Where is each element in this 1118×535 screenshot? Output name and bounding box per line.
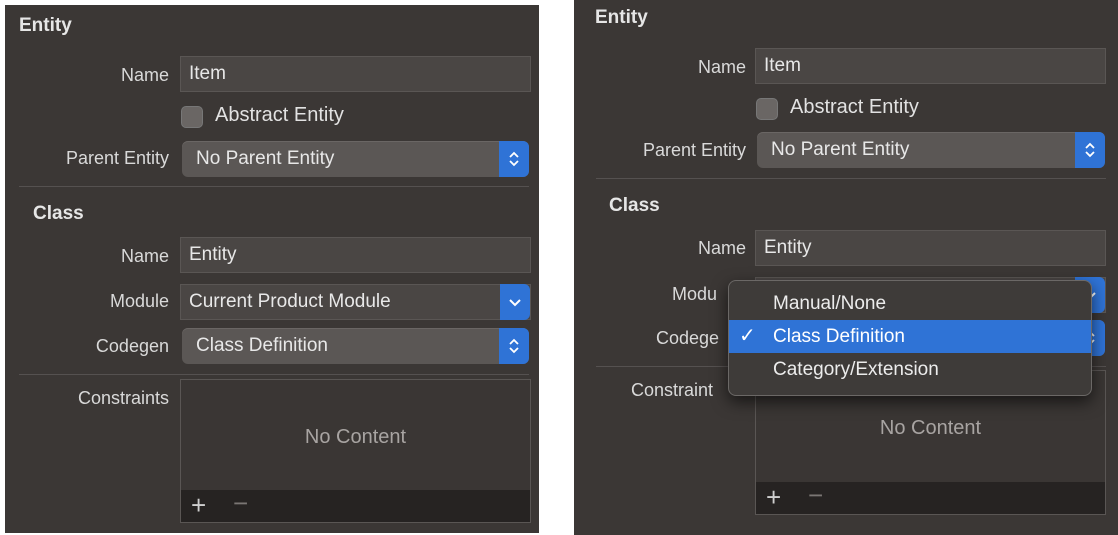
minus-icon[interactable]: − (808, 480, 823, 510)
constraints-toolbar: + − (756, 480, 1105, 514)
abstract-entity-checkbox[interactable] (181, 106, 203, 128)
class-section-title: Class (609, 195, 660, 216)
entity-section-title: Entity (19, 15, 72, 36)
module-value: Current Product Module (189, 291, 391, 312)
section-divider (19, 186, 529, 187)
codegen-popup[interactable]: Class Definition (182, 328, 529, 364)
parent-entity-value: No Parent Entity (771, 139, 910, 160)
no-content-text: No Content (304, 426, 407, 448)
plus-icon[interactable]: + (191, 490, 206, 520)
class-name-label: Name (120, 246, 169, 266)
chevron-down-icon[interactable] (500, 284, 530, 320)
module-label: Modu (672, 284, 718, 304)
module-label: Module (109, 291, 169, 311)
class-name-field[interactable]: Entity (755, 230, 1106, 266)
checkmark-icon: ✓ (739, 325, 756, 347)
entity-name-label: Name (697, 57, 746, 77)
constraints-label: Constraint (631, 380, 714, 400)
minus-icon[interactable]: − (233, 488, 248, 518)
parent-entity-popup[interactable]: No Parent Entity (757, 132, 1105, 168)
up-down-chevron-icon (499, 141, 529, 177)
parent-entity-value: No Parent Entity (196, 148, 335, 169)
section-divider (19, 374, 529, 375)
entity-name-field[interactable]: Item (755, 48, 1106, 84)
class-name-field[interactable]: Entity (180, 237, 531, 273)
parent-entity-label: Parent Entity (642, 140, 746, 160)
no-content-text: No Content (879, 417, 982, 439)
constraints-list[interactable]: No Content + − (180, 379, 531, 523)
menu-item-manual-none[interactable]: Manual/None (729, 287, 1091, 320)
menu-item-label: Category/Extension (773, 359, 939, 380)
menu-item-category-extension[interactable]: Category/Extension (729, 353, 1091, 386)
plus-icon[interactable]: + (766, 482, 781, 512)
codegen-label: Codegen (95, 336, 169, 356)
inspector-panel-right: Entity Name Item Abstract Entity Parent … (574, 0, 1118, 535)
abstract-entity-label: Abstract Entity (215, 104, 344, 126)
entity-name-label: Name (120, 65, 169, 85)
codegen-label: Codege (656, 328, 720, 348)
up-down-chevron-icon (1075, 132, 1105, 168)
codegen-dropdown-menu: Manual/None ✓ Class Definition Category/… (728, 280, 1092, 396)
codegen-value: Class Definition (196, 335, 328, 356)
menu-item-label: Class Definition (773, 326, 905, 347)
menu-item-label: Manual/None (773, 293, 887, 314)
section-divider (596, 178, 1106, 179)
abstract-entity-checkbox[interactable] (756, 98, 778, 120)
class-name-label: Name (697, 238, 746, 258)
constraints-toolbar: + − (181, 488, 530, 522)
abstract-entity-label: Abstract Entity (790, 96, 919, 118)
constraints-label: Constraints (77, 388, 169, 408)
up-down-chevron-icon (499, 328, 529, 364)
parent-entity-label: Parent Entity (65, 148, 169, 168)
entity-name-field[interactable]: Item (180, 56, 531, 92)
class-section-title: Class (33, 203, 84, 224)
menu-item-class-definition[interactable]: ✓ Class Definition (729, 320, 1091, 353)
parent-entity-popup[interactable]: No Parent Entity (182, 141, 529, 177)
entity-section-title: Entity (595, 7, 648, 28)
module-combo[interactable]: Current Product Module (180, 284, 531, 320)
inspector-panel-left: Entity Name Item Abstract Entity Parent … (5, 5, 539, 533)
